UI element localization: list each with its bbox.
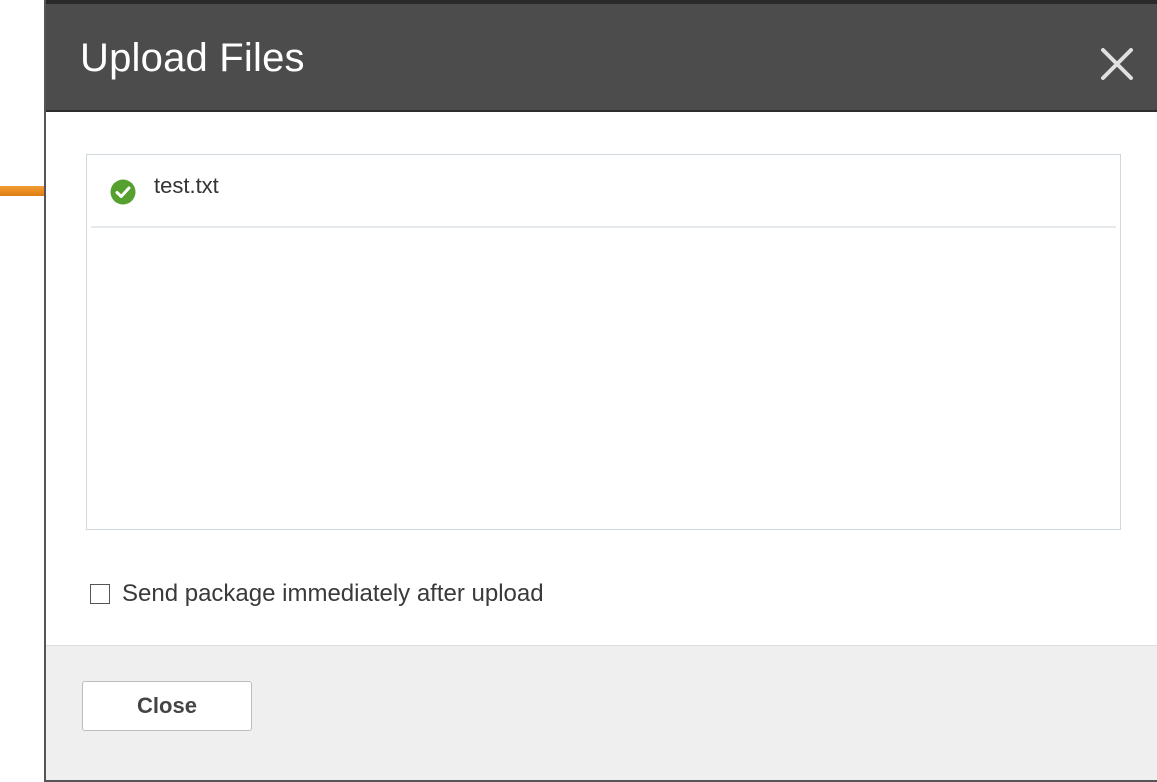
close-button[interactable]: Close bbox=[82, 681, 252, 731]
dialog-header: Upload Files bbox=[46, 0, 1157, 112]
check-circle-icon bbox=[110, 179, 136, 205]
file-name: test.txt bbox=[154, 173, 219, 198]
file-list: test.txt bbox=[86, 154, 1121, 530]
dialog-title: Upload Files bbox=[80, 36, 305, 80]
send-immediately-option[interactable]: Send package immediately after upload bbox=[90, 578, 544, 610]
file-row: test.txt bbox=[91, 155, 1116, 228]
close-icon[interactable] bbox=[1097, 44, 1137, 84]
send-immediately-checkbox[interactable] bbox=[90, 584, 110, 604]
upload-files-dialog: Upload Files test.txt Send package immed… bbox=[44, 0, 1157, 782]
send-immediately-label: Send package immediately after upload bbox=[122, 580, 544, 607]
dialog-footer: Close bbox=[46, 645, 1157, 780]
